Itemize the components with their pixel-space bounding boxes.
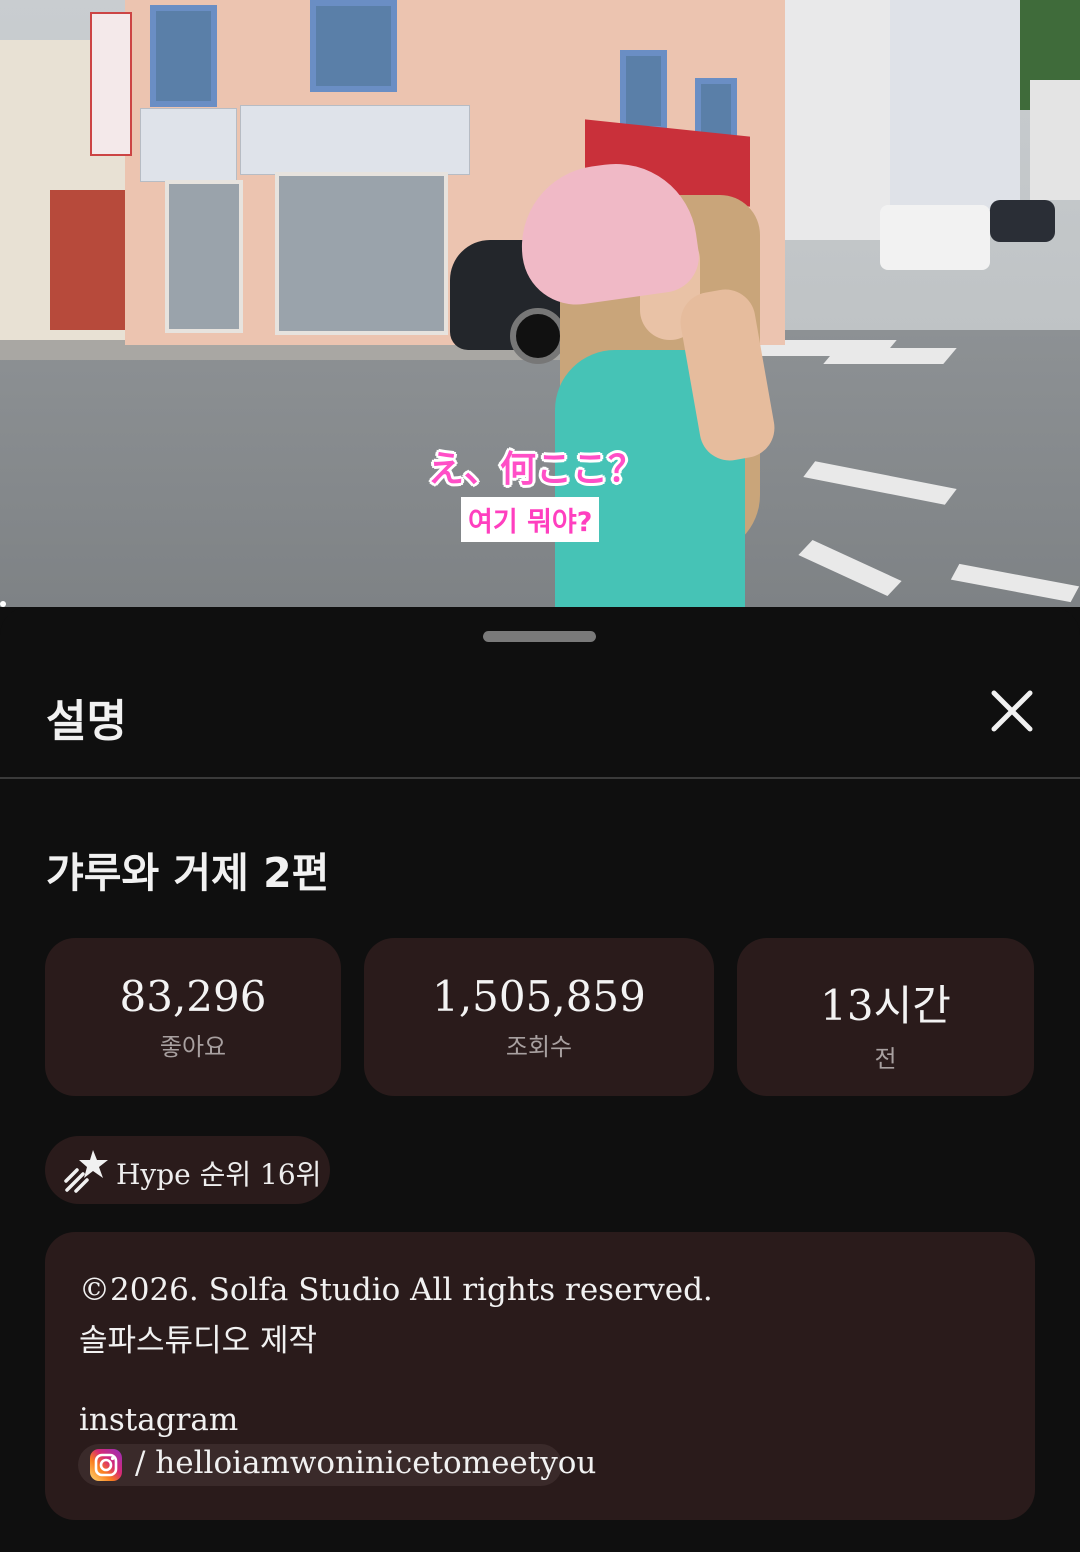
video-title: 갸루와 거제 2편 [46,849,330,897]
vertical-sign [90,12,132,156]
apartment-building [1030,80,1080,200]
window [150,5,217,107]
sheet-title: 설명 [46,696,127,747]
building-left-red [50,190,125,330]
shop-window [275,172,448,335]
likes-count: 83,296 [119,972,267,1021]
progress-scrubber[interactable] [0,601,6,607]
views-label: 조회수 [505,1033,573,1061]
description-sheet: 설명 갸루와 거제 2편 83,296 좋아요 1,505,859 조회수 13… [0,607,1080,1552]
video-player[interactable]: え、何ここ？ 여기 뭐야? [0,0,1080,607]
instagram-icon [90,1449,122,1481]
truck [880,205,990,270]
instagram-handle: / helloiamwoninicetomeetyou [135,1445,597,1481]
upload-time-label: 전 [874,1045,897,1073]
likes-label: 좋아요 [159,1033,227,1061]
instagram-label: instagram [79,1402,239,1438]
subtitle-japanese: え、何ここ？ [428,449,645,490]
car [990,200,1055,242]
hype-rank-text: Hype 순위 16위 [116,1158,322,1191]
car-wheel [510,308,566,364]
instagram-link[interactable]: / helloiamwoninicetomeetyou [78,1444,596,1486]
apartment-building [780,0,890,240]
views-count: 1,505,859 [432,972,646,1021]
upload-time-stat: 13시간 전 [737,938,1034,1096]
upload-time-value: 13시간 [820,981,951,1030]
crosswalk-stripe [823,348,957,364]
hype-shooting-star-icon [64,1150,108,1193]
shop-sign [140,108,237,182]
close-icon [991,690,1033,732]
description-box: ©2026. Solfa Studio All rights reserved.… [45,1232,1035,1520]
close-button[interactable] [985,684,1039,738]
copyright-text: ©2026. Solfa Studio All rights reserved. [79,1272,713,1308]
divider [0,777,1080,779]
drag-handle[interactable] [483,631,596,642]
shop-door [165,180,243,333]
producer-text: 솔파스튜디오 제작 [79,1323,318,1359]
window [620,50,667,132]
window [310,0,397,92]
views-stat: 1,505,859 조회수 [364,938,714,1096]
apartment-building [890,0,1020,210]
subtitle-korean: 여기 뭐야? [461,497,600,542]
shop-sign [240,105,470,175]
likes-stat: 83,296 좋아요 [45,938,341,1096]
hype-rank-chip[interactable]: Hype 순위 16위 [45,1136,330,1204]
